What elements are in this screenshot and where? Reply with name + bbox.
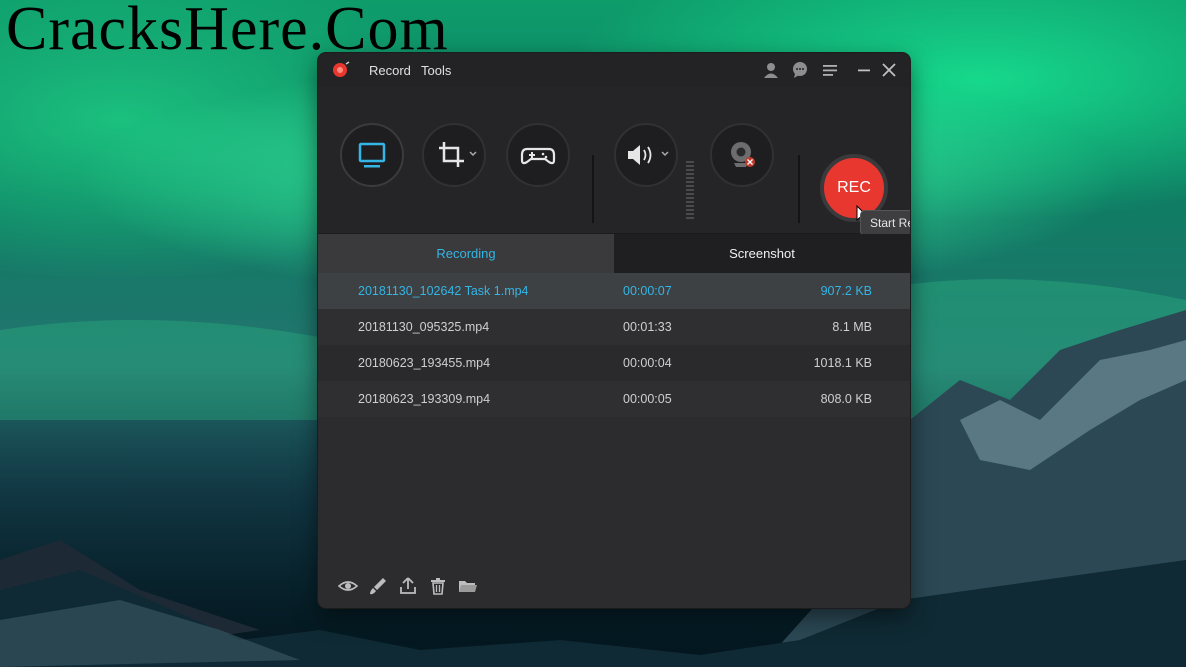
tab-screenshot[interactable]: Screenshot [614, 234, 910, 273]
gamepad-icon [520, 147, 556, 165]
list-item[interactable]: 20180623_193309.mp4 00:00:05 808.0 KB [318, 381, 910, 417]
file-duration: 00:00:07 [623, 284, 672, 298]
recording-list: 20181130_102642 Task 1.mp4 00:00:07 907.… [318, 273, 910, 417]
webcam-button[interactable] [710, 123, 774, 187]
webcam-icon [731, 142, 755, 167]
toolbar-divider [592, 155, 594, 223]
toolbar-divider [798, 155, 800, 223]
menu-record[interactable]: Record [369, 63, 411, 78]
file-size: 907.2 KB [820, 284, 872, 298]
media-tabs: Recording Screenshot [318, 234, 910, 273]
recorder-window: Record Tools REC Start R Recording Scree… [318, 53, 910, 608]
file-name: 20180623_193309.mp4 [358, 392, 491, 406]
file-duration: 00:00:04 [623, 356, 672, 370]
menu-icon[interactable] [821, 61, 839, 79]
delete-icon[interactable] [428, 576, 448, 596]
file-name: 20181130_102642 Task 1.mp4 [358, 284, 529, 298]
volume-meter [686, 161, 694, 219]
list-item[interactable]: 20181130_102642 Task 1.mp4 00:00:07 907.… [318, 273, 910, 309]
file-name: 20180623_193455.mp4 [358, 356, 491, 370]
account-icon[interactable] [762, 61, 780, 79]
file-duration: 00:01:33 [623, 320, 672, 334]
region-mode-button[interactable] [422, 123, 486, 187]
file-size: 8.1 MB [832, 320, 872, 334]
file-size: 1018.1 KB [813, 356, 872, 370]
file-duration: 00:00:05 [623, 392, 672, 406]
game-mode-button[interactable] [506, 123, 570, 187]
folder-icon[interactable] [458, 576, 478, 596]
audio-button[interactable] [614, 123, 678, 187]
close-icon[interactable] [880, 61, 898, 79]
file-name: 20181130_095325.mp4 [358, 320, 490, 334]
edit-icon[interactable] [368, 576, 388, 596]
share-icon[interactable] [398, 576, 418, 596]
list-item[interactable]: 20181130_095325.mp4 00:01:33 8.1 MB [318, 309, 910, 345]
fullscreen-mode-button[interactable] [340, 123, 404, 187]
rec-tooltip: Start Recording (Ctrl+Shift+R) [860, 210, 910, 236]
list-item[interactable]: 20180623_193455.mp4 00:00:04 1018.1 KB [318, 345, 910, 381]
monitor-icon [358, 142, 386, 168]
menu-tools[interactable]: Tools [421, 63, 451, 78]
file-size: 808.0 KB [820, 392, 872, 406]
app-logo-icon [333, 61, 350, 77]
chat-icon[interactable] [791, 61, 809, 79]
preview-icon[interactable] [338, 576, 358, 596]
minimize-icon[interactable] [855, 61, 873, 79]
capture-toolbar: REC Start Recording (Ctrl+Shift+R) [318, 87, 910, 254]
speaker-icon [628, 145, 669, 165]
title-bar: Record Tools [318, 53, 910, 87]
bottom-action-bar [318, 568, 910, 608]
tab-recording[interactable]: Recording [318, 234, 614, 273]
crop-icon [439, 142, 477, 167]
